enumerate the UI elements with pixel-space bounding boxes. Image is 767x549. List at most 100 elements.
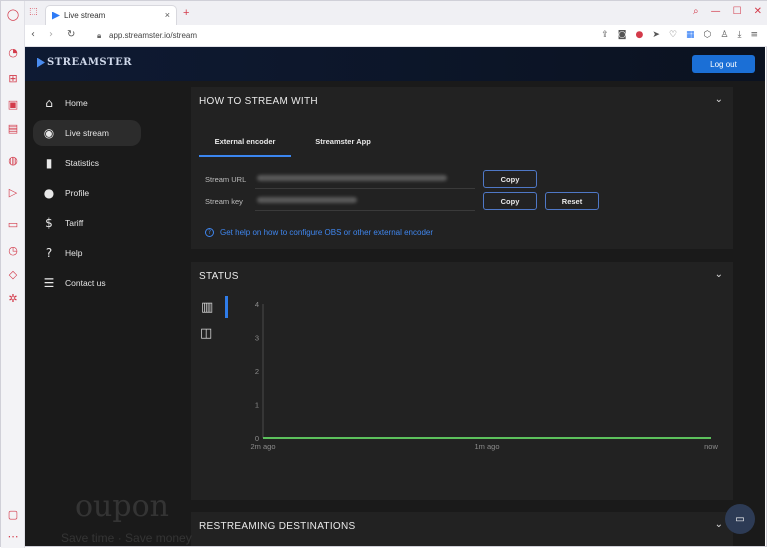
share-icon[interactable]: ⇪ [601,30,609,40]
bag-icon[interactable]: ⊞ [6,71,20,85]
selected-view-indicator [225,296,228,318]
sidebar-item-home[interactable]: ⌂ Home [33,90,141,116]
chevron-down-icon[interactable]: ⌄ [715,269,723,280]
help-icon: ? [45,246,53,260]
chat-bubble-icon: ▭ [735,513,745,525]
lock-icon: 🔒︎ [97,31,102,40]
sidebar-item-contact-us[interactable]: ☰ Contact us [33,270,141,296]
tab-close-icon[interactable]: × [165,10,170,20]
question-circle-icon: ? [205,228,214,237]
stream-url-label: Stream URL [205,175,247,184]
status-chart: 012342m ago 1m ago now [250,300,718,451]
y-tick-label: 3 [255,334,259,343]
stream-key-value [255,191,475,211]
status-panel: STATUS ⌄ ▥ ◫ 0 1 2 3 4 2m ago 1m ago now [191,262,733,500]
new-tab-button[interactable]: + [183,7,189,19]
sidebar-item-label: Statistics [65,158,100,168]
speed-dial-icon[interactable]: ◔ [6,45,20,59]
sidebar-item-statistics[interactable]: ▮ Statistics [33,150,141,176]
masked-text [257,175,447,181]
twitch-icon[interactable]: ▣ [6,97,20,111]
reload-button[interactable]: ↻ [67,29,75,40]
browser-sidebar-rail: ◯ ◔ ⊞ ▣ ▤ ◍ ▷ ▭ ◷ ◇ ✲ ▢ ⋯ [1,1,25,548]
x-tick-label: 1m ago [474,442,499,451]
sidebar-item-label: Help [65,248,83,258]
x-tick-label: now [704,442,718,451]
play-icon[interactable]: ▷ [6,185,20,199]
camera-icon[interactable]: ◙ [618,30,627,40]
send-icon[interactable]: ➤ [652,30,660,40]
address-bar: ‹ › ↻ 🔒︎ app.streamster.io/stream ⇪ ◙ ● … [25,25,767,47]
history-icon[interactable]: ◷ [6,243,20,257]
masked-text [257,197,357,203]
chat-icon: ☰ [43,276,55,290]
dollar-icon: $ [45,216,53,230]
chevron-down-icon[interactable]: ⌄ [715,519,723,530]
streamster-logo[interactable]: STREAMSTER [37,57,132,68]
download-icon[interactable]: ⤓ [737,30,741,40]
messenger-icon[interactable]: ◍ [6,153,20,167]
reset-key-button[interactable]: Reset [545,192,599,210]
streamster-app: STREAMSTER Log out ⌂ Home ◉ Live stream … [25,47,765,546]
y-tick-label: 1 [255,401,259,410]
copy-key-button[interactable]: Copy [483,192,537,210]
logout-button[interactable]: Log out [692,55,755,73]
cast-icon[interactable]: ▭ [6,217,20,231]
stream-key-label: Stream key [205,197,243,206]
cube-icon[interactable]: ◇ [6,267,20,281]
sidebar-item-label: Live stream [65,128,109,138]
minimize-button[interactable]: — [711,6,721,17]
bar-chart-icon: ▮ [45,156,53,170]
bar-chart-view-icon[interactable]: ▥ [201,300,213,315]
help-link-text: Get help on how to configure OBS or othe… [220,228,434,237]
restreaming-panel: RESTREAMING DESTINATIONS ⌄ [191,512,733,546]
translate-icon[interactable]: ▦ [686,30,695,40]
app-header: STREAMSTER Log out [25,47,765,81]
extension-icons: ⇪ ◙ ● ➤ ♡ ▦ ⬡ ♙ ⤓ ≡ [601,30,758,40]
notes-icon[interactable]: ▤ [6,121,20,135]
copy-url-button[interactable]: Copy [483,170,537,188]
panel-title: RESTREAMING DESTINATIONS [199,521,356,532]
sidebar-item-label: Profile [65,188,90,198]
heart-icon[interactable]: ♡ [669,30,677,40]
profile-icon[interactable]: ♙ [720,30,728,40]
chevron-down-icon[interactable]: ⌄ [715,94,723,105]
extensions-icon[interactable]: ⬡ [704,30,712,40]
more-icon[interactable]: ⋯ [6,529,20,543]
sidebar-item-label: Tariff [65,218,84,228]
help-link[interactable]: ? Get help on how to configure OBS or ot… [205,228,433,237]
back-button[interactable]: ‹ [31,29,35,40]
tab-strip-icon[interactable]: ⬚ [29,7,38,17]
tab-bar: ⬚ Live stream × + ⌕ — ☐ ✕ [25,1,767,25]
sidebar-item-profile[interactable]: ● Profile [33,180,141,206]
sidebar-item-tariff[interactable]: $ Tariff [33,210,141,236]
menu-icon[interactable]: ≡ [750,30,758,40]
y-tick-label: 4 [255,300,259,309]
forward-button[interactable]: › [49,29,53,40]
close-window-button[interactable]: ✕ [754,6,762,17]
browser-window: ◯ ◔ ⊞ ▣ ▤ ◍ ▷ ▭ ◷ ◇ ✲ ▢ ⋯ ⬚ Live stream … [0,0,767,548]
home-icon: ⌂ [45,96,53,110]
streamster-favicon-icon [52,11,60,20]
search-tabs-icon[interactable]: ⌕ [693,6,699,17]
adblock-icon[interactable]: ● [636,30,644,40]
screenshot-icon[interactable]: ▢ [6,507,20,521]
panel-title: STATUS [199,271,239,282]
opera-logo-icon[interactable]: ◯ [6,7,20,21]
logo-mark-icon [37,57,45,68]
how-to-stream-panel: HOW TO STREAM WITH ⌄ External encoder St… [191,87,733,249]
sidebar-item-help[interactable]: ? Help [33,240,141,266]
sidebar-item-label: Home [65,98,88,108]
user-icon: ● [43,186,55,200]
sidebar-item-live-stream[interactable]: ◉ Live stream [33,120,141,146]
broadcast-icon: ◉ [43,126,55,140]
settings-icon[interactable]: ✲ [6,291,20,305]
camera-view-icon[interactable]: ◫ [200,326,212,341]
tab-live-stream[interactable]: Live stream × [45,5,177,25]
y-tick-label: 2 [255,367,259,376]
maximize-button[interactable]: ☐ [733,6,742,17]
tab-streamster-app[interactable]: Streamster App [297,137,389,157]
tab-external-encoder[interactable]: External encoder [199,137,291,157]
chat-widget-button[interactable]: ▭ [725,504,755,534]
url-field[interactable]: app.streamster.io/stream [109,31,197,40]
